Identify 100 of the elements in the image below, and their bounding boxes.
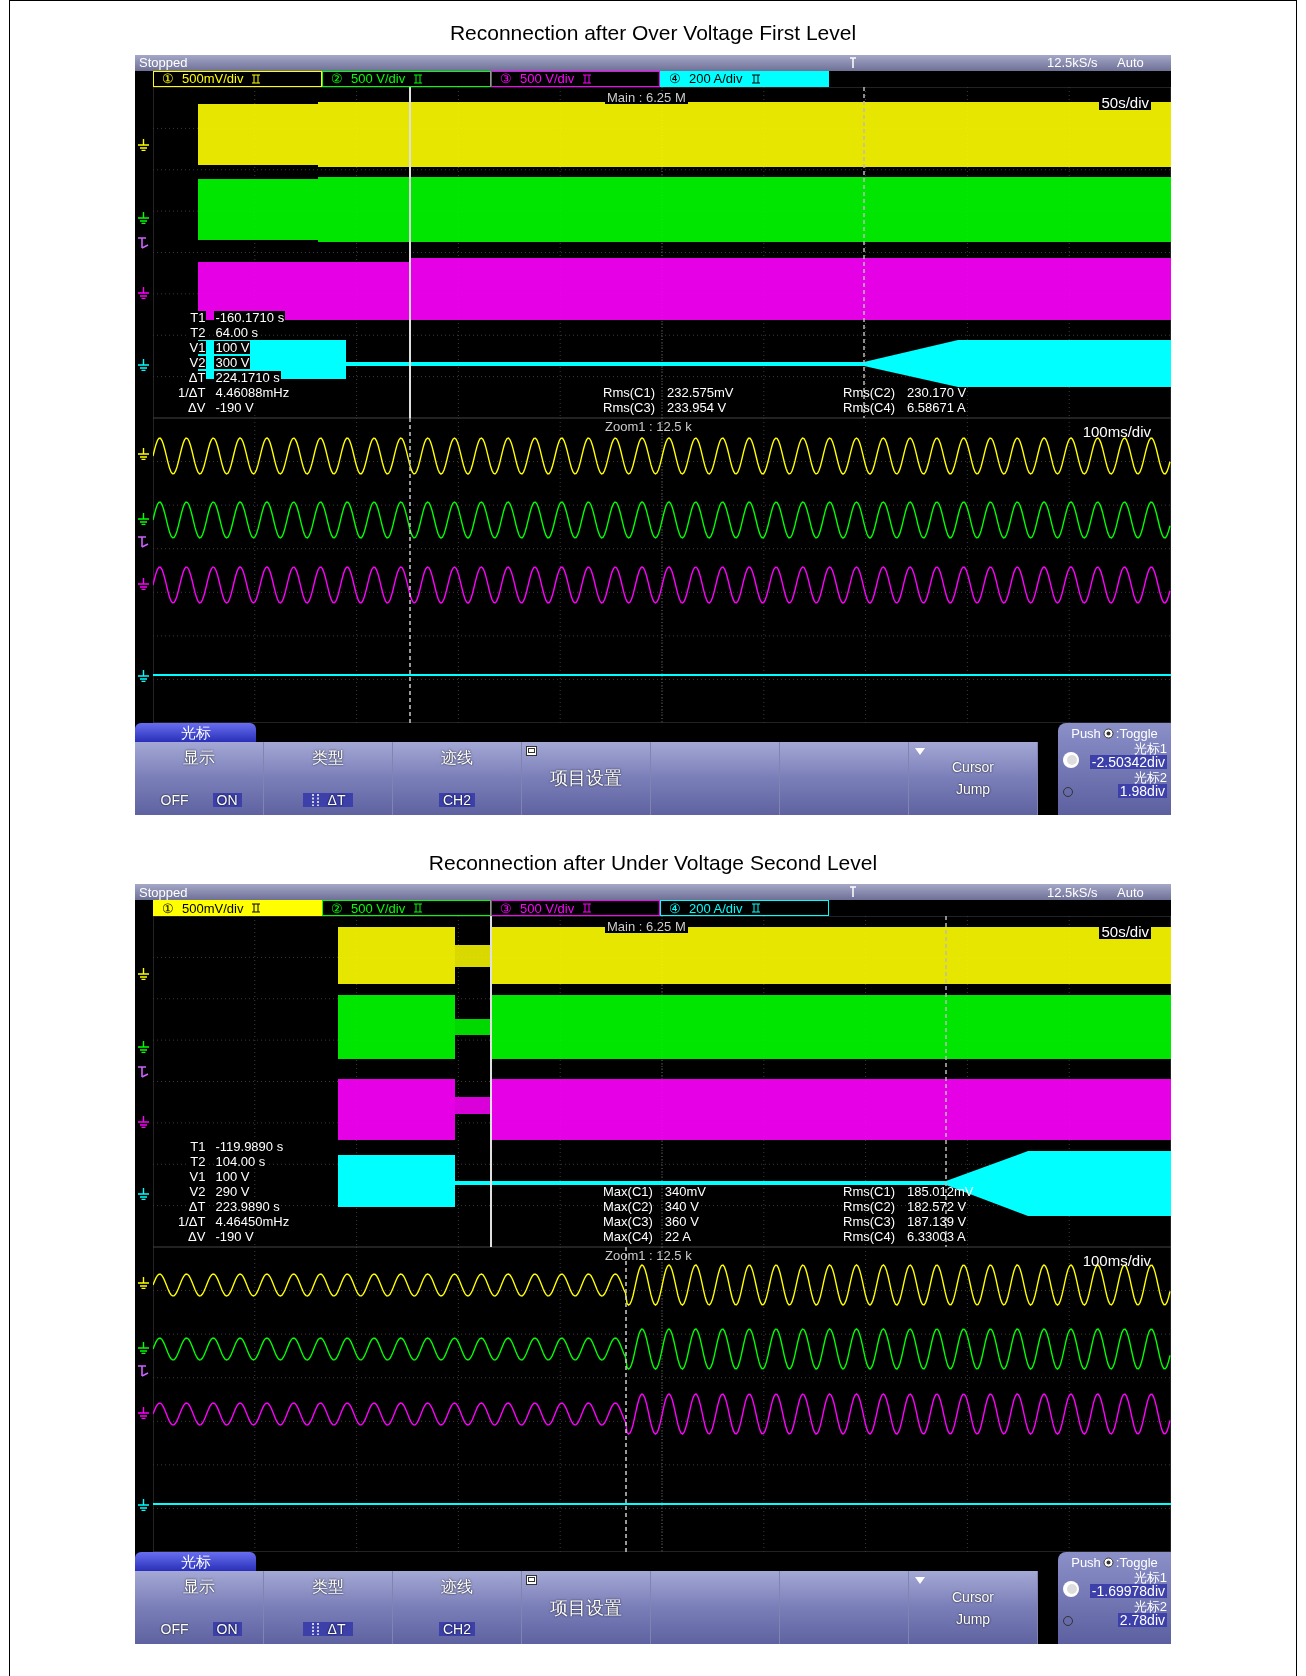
zoom-record-length: Zoom1 : 12.5 k: [605, 419, 692, 433]
readout-value: 223.9890 s: [214, 1200, 281, 1213]
channel-scale: 200 A/div: [689, 72, 743, 85]
ground-marker-icon: [138, 447, 149, 460]
cursor-type: ΔT: [327, 1622, 346, 1636]
measurement-value: 6.58671 A: [907, 400, 967, 414]
softkey[interactable]: 迹线 CH2: [393, 741, 522, 815]
cursor-line[interactable]: [409, 417, 411, 723]
cursor-position[interactable]: 光标1 -1.69978div: [1062, 1571, 1167, 1598]
channel-scale: 500mV/div: [182, 72, 244, 85]
softkey[interactable]: 项目设置: [522, 741, 651, 815]
push-label: Push: [1071, 726, 1101, 740]
measurement-label: Rms(C2): [843, 385, 895, 399]
softkey[interactable]: [780, 741, 909, 815]
softkey[interactable]: 显示 OFF ON: [135, 1571, 264, 1644]
readout-value: 290 V: [214, 1185, 251, 1198]
channel-number: ④: [669, 72, 681, 85]
ring-icon: [1062, 1615, 1074, 1627]
ground-marker-icon: [138, 1116, 149, 1128]
knob-icon: [1062, 750, 1080, 769]
channel-tab[interactable]: ④ 200 A/div: [660, 900, 829, 916]
toggle-option[interactable]: OFF: [156, 792, 193, 807]
softkey-label: Cursor: [952, 760, 994, 774]
measurement-value: 340mV: [664, 1185, 707, 1198]
measurement-value: 182.572 V: [907, 1200, 968, 1213]
knob-icon: [1102, 727, 1114, 739]
softkey[interactable]: [780, 1571, 909, 1644]
menu-tab[interactable]: 光标: [135, 1552, 256, 1571]
readout-value: -119.9890 s: [214, 1140, 285, 1153]
readout-label: 1/ΔT: [177, 1215, 207, 1228]
softkey-label: 显示: [183, 1579, 215, 1595]
submenu-icon: [526, 1575, 537, 1585]
channel-tab[interactable]: ① 500mV/div: [153, 900, 322, 916]
cursor-line[interactable]: [945, 916, 947, 1247]
acquisition-state: Stopped: [139, 56, 189, 69]
channel-tab[interactable]: ② 500 V/div: [322, 900, 491, 916]
ground-marker-icon: [138, 669, 149, 682]
figure-title: Reconnection after Over Voltage First Level: [449, 20, 857, 46]
cursor-value: -2.50342div: [1089, 754, 1167, 769]
knob-icon: [1102, 1557, 1114, 1568]
measurement-label: Max(C2): [603, 1200, 653, 1213]
cursor-value: 2.78div: [1117, 1613, 1167, 1627]
ground-marker-icon: [138, 138, 149, 151]
channel-number: ①: [162, 901, 174, 915]
cursor-position[interactable]: 光标1 -2.50342div: [1062, 741, 1167, 769]
channel-scale: 500 V/div: [520, 901, 575, 915]
softkey[interactable]: 类型 ΔT: [264, 1571, 393, 1644]
softkey[interactable]: 项目设置: [522, 1571, 651, 1644]
trigger-icon: [849, 886, 857, 898]
cursor-value: 1.98div: [1117, 783, 1167, 798]
cursor-lines-icon: [310, 1623, 320, 1635]
cursor-position[interactable]: 光标2 2.78div: [1062, 1600, 1167, 1627]
softkey[interactable]: 类型 ΔT: [264, 741, 393, 815]
readout-value: 4.46450mHz: [214, 1215, 291, 1228]
channel-scale: 500mV/div: [182, 901, 244, 915]
channel-number: ②: [331, 901, 343, 915]
toggle-option[interactable]: ON: [212, 792, 242, 807]
softkey-label: Jump: [955, 1611, 991, 1626]
channel-number: ③: [500, 901, 512, 915]
cursor-type: ΔT: [327, 792, 346, 807]
measurement-label: Max(C3): [603, 1215, 653, 1228]
softkey[interactable]: [651, 1571, 780, 1644]
ground-marker-icon: [138, 1277, 149, 1289]
cursor-position[interactable]: 光标2 1.98div: [1062, 770, 1167, 798]
acquisition-state: Stopped: [139, 885, 189, 899]
cursor-label: 光标2: [1133, 770, 1167, 784]
softkey-label: Cursor: [952, 1589, 994, 1604]
readout-value: 104.00 s: [214, 1155, 267, 1168]
measurement-label: Rms(C4): [843, 400, 895, 414]
trigger-marker-icon: [138, 236, 149, 249]
trigger-mode: Auto: [1117, 56, 1144, 69]
cursor-line[interactable]: [625, 1247, 627, 1552]
measurement-value: 187.139 V: [907, 1215, 968, 1228]
menu-tab[interactable]: 光标: [135, 722, 256, 742]
ground-marker-icon: [138, 1188, 149, 1200]
submenu-icon: [526, 745, 537, 756]
cursor-label: 光标1: [1133, 741, 1167, 755]
measurement-label: Rms(C2): [843, 1200, 895, 1213]
channel-scale: 500 V/div: [351, 901, 406, 915]
softkey[interactable]: 迹线 CH2: [393, 1571, 522, 1644]
softkey[interactable]: Cursor Jump: [909, 1571, 1038, 1644]
toggle-option[interactable]: ON: [212, 1622, 242, 1636]
ground-marker-icon: [138, 358, 149, 371]
softkey-label: 项目设置: [550, 1598, 622, 1617]
channel-scale: 500 V/div: [351, 72, 406, 85]
cursor-label: 光标1: [1133, 1571, 1167, 1584]
zoom-record-length: Zoom1 : 12.5 k: [605, 1249, 692, 1262]
readout-label: ΔV: [187, 1230, 207, 1243]
trigger-mode: Auto: [1117, 885, 1144, 899]
measurement-label: Max(C4): [603, 1230, 653, 1243]
zoom-timebase: 100ms/div: [1082, 423, 1151, 439]
cursor-line[interactable]: [863, 86, 865, 418]
toggle-option[interactable]: OFF: [156, 1622, 193, 1636]
softkey[interactable]: [651, 741, 780, 815]
readout-value: -190 V: [214, 1230, 255, 1243]
softkey[interactable]: 显示 OFF ON: [135, 741, 264, 815]
ground-marker-icon: [138, 286, 149, 299]
softkey[interactable]: Cursor Jump: [909, 741, 1038, 815]
ring-icon: [1062, 785, 1074, 798]
channel-tab[interactable]: ③ 500 V/div: [491, 900, 660, 916]
